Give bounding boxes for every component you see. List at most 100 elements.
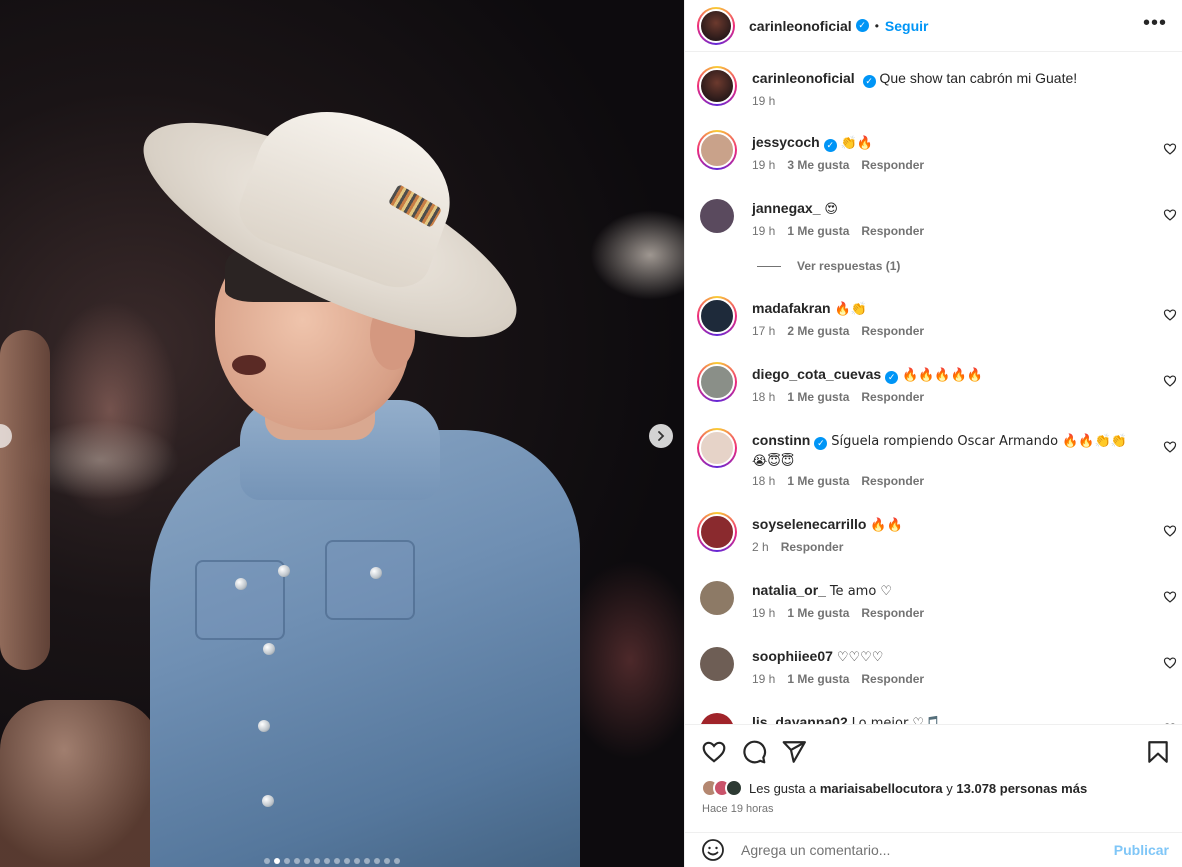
reply-button[interactable]: Responder xyxy=(861,606,924,620)
author-avatar[interactable] xyxy=(697,66,737,106)
shirt-snap xyxy=(263,643,275,655)
follow-button[interactable]: Seguir xyxy=(885,18,929,34)
boy-mouth xyxy=(232,355,266,375)
emoji-picker-icon[interactable] xyxy=(701,838,725,862)
reply-button[interactable]: Responder xyxy=(861,158,924,172)
comment-time[interactable]: 18 h xyxy=(752,474,775,488)
shirt-pocket xyxy=(195,560,285,640)
comment-likes[interactable]: 1 Me gusta xyxy=(787,672,849,686)
post-side-panel: carinleonoficial ✓ • Seguir ••• carinleo… xyxy=(684,0,1182,867)
comment-icon[interactable] xyxy=(741,739,767,765)
comment-likes[interactable]: 2 Me gusta xyxy=(787,324,849,338)
comment-likes[interactable]: 3 Me gusta xyxy=(787,158,849,172)
commenter-avatar[interactable] xyxy=(697,130,737,170)
comment-likes[interactable]: 1 Me gusta xyxy=(787,390,849,404)
background-hat xyxy=(590,210,684,300)
more-options-icon[interactable]: ••• xyxy=(1143,12,1167,35)
commenter-avatar[interactable] xyxy=(700,713,734,724)
comment-time[interactable]: 19 h xyxy=(752,606,775,620)
post-actions: Les gusta a mariaisabellocutora y 13.078… xyxy=(685,724,1182,832)
comment-text: 🔥🔥 xyxy=(870,518,903,533)
comment-text: 😍 xyxy=(824,202,838,217)
shirt-snap xyxy=(235,578,247,590)
commenter-avatar[interactable] xyxy=(697,296,737,336)
carousel-dot xyxy=(264,858,270,864)
commenter-avatar[interactable] xyxy=(700,199,734,233)
comments-list[interactable]: carinleonoficial ✓ Que show tan cabrón m… xyxy=(685,52,1182,724)
comment-username[interactable]: lis_dayanna02 xyxy=(752,714,848,724)
commenter-avatar[interactable] xyxy=(697,362,737,402)
author-username[interactable]: carinleonoficial xyxy=(749,18,852,34)
comment-like-heart-icon[interactable] xyxy=(1163,440,1177,454)
comment-username[interactable]: jessycoch xyxy=(752,134,820,150)
comment-time[interactable]: 18 h xyxy=(752,390,775,404)
comment-time[interactable]: 2 h xyxy=(752,540,769,554)
view-replies-button[interactable]: Ver respuestas (1) xyxy=(757,259,900,273)
reply-button[interactable]: Responder xyxy=(861,390,924,404)
like-heart-icon[interactable] xyxy=(701,739,727,765)
commenter-avatar[interactable] xyxy=(700,581,734,615)
carousel-dot xyxy=(314,858,320,864)
author-avatar[interactable] xyxy=(697,6,735,45)
commenter-avatar[interactable] xyxy=(697,512,737,552)
likes-prefix: Les gusta a xyxy=(749,780,820,796)
verified-badge-icon: ✓ xyxy=(885,371,899,384)
post-timestamp[interactable]: Hace 19 horas xyxy=(702,803,774,815)
comment-like-heart-icon[interactable] xyxy=(1163,374,1177,388)
publish-button[interactable]: Publicar xyxy=(1114,842,1169,858)
commenter-avatar[interactable] xyxy=(697,428,737,468)
reply-button[interactable]: Responder xyxy=(781,540,844,554)
replies-divider xyxy=(757,265,781,267)
comment-text: 🔥🔥🔥🔥🔥 xyxy=(902,368,983,383)
shirt-pocket xyxy=(325,540,415,620)
reply-button[interactable]: Responder xyxy=(861,224,924,238)
comment-like-heart-icon[interactable] xyxy=(1163,590,1177,604)
shirt-snap xyxy=(278,565,290,577)
comment-likes[interactable]: 1 Me gusta xyxy=(787,224,849,238)
carousel-indicator xyxy=(264,858,400,864)
comment-username[interactable]: madafakran xyxy=(752,300,831,316)
commenter-avatar[interactable] xyxy=(700,647,734,681)
comment-username[interactable]: constinn xyxy=(752,432,810,448)
verified-badge-icon: ✓ xyxy=(862,75,876,88)
comment-username[interactable]: soophiiee07 xyxy=(752,648,833,664)
post-photo xyxy=(0,0,684,867)
liker-avatar[interactable] xyxy=(725,779,743,797)
likes-count-link[interactable]: 13.078 personas más xyxy=(956,781,1087,796)
caption-text: Que show tan cabrón mi Guate! xyxy=(879,70,1078,86)
comment-like-heart-icon[interactable] xyxy=(1163,308,1177,322)
verified-badge-icon: ✓ xyxy=(814,437,828,450)
comment-likes[interactable]: 1 Me gusta xyxy=(787,606,849,620)
share-send-icon[interactable] xyxy=(781,739,807,765)
carousel-dot xyxy=(324,858,330,864)
view-replies-label: Ver respuestas (1) xyxy=(797,259,901,273)
likes-user-link[interactable]: mariaisabellocutora xyxy=(820,781,943,796)
comment-time[interactable]: 17 h xyxy=(752,324,775,338)
comment-text: Lo mejor ♡🎵 xyxy=(851,716,941,724)
caption-username[interactable]: carinleonoficial xyxy=(752,70,855,86)
reply-button[interactable]: Responder xyxy=(861,324,924,338)
comment-like-heart-icon[interactable] xyxy=(1163,656,1177,670)
comment-like-heart-icon[interactable] xyxy=(1163,524,1177,538)
carousel-dot xyxy=(294,858,300,864)
comment-username[interactable]: diego_cota_cuevas xyxy=(752,366,881,382)
comment-username[interactable]: natalia_or_ xyxy=(752,582,826,598)
save-bookmark-icon[interactable] xyxy=(1145,739,1171,765)
comment-text: 👏🔥 xyxy=(840,136,873,151)
background-person xyxy=(0,700,160,867)
comment-username[interactable]: jannegax_ xyxy=(752,200,820,216)
next-slide-button[interactable] xyxy=(649,424,673,448)
comment-time[interactable]: 19 h xyxy=(752,672,775,686)
likes-middle: y xyxy=(942,780,957,796)
reply-button[interactable]: Responder xyxy=(861,672,924,686)
comment-time[interactable]: 19 h xyxy=(752,158,775,172)
comment-input[interactable] xyxy=(741,842,1101,858)
comment-like-heart-icon[interactable] xyxy=(1163,208,1177,222)
carousel-dot xyxy=(364,858,370,864)
caption-time: 19 h xyxy=(752,94,776,108)
comment-likes[interactable]: 1 Me gusta xyxy=(787,474,849,488)
comment-username[interactable]: soyselenecarrillo xyxy=(752,516,866,532)
comment-time[interactable]: 19 h xyxy=(752,224,775,238)
reply-button[interactable]: Responder xyxy=(861,474,924,488)
comment-like-heart-icon[interactable] xyxy=(1163,142,1177,156)
